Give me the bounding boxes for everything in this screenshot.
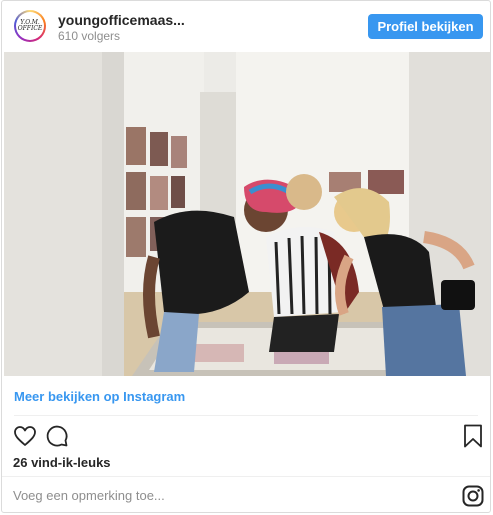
like-count: 26 vind-ik-leuks	[13, 455, 111, 470]
username-link[interactable]: youngofficemaas...	[58, 12, 185, 28]
heart-icon[interactable]	[13, 424, 37, 448]
comment-icon[interactable]	[45, 424, 69, 448]
comment-input[interactable]: Voeg een opmerking toe...	[13, 488, 165, 503]
post-header: Y.O.M. OFFICE youngofficemaas... 610 volg…	[2, 1, 490, 51]
young-office-logo-icon: Y.O.M. OFFICE	[17, 19, 43, 32]
view-profile-button[interactable]: Profiel bekijken	[368, 14, 483, 39]
view-more-on-instagram-link[interactable]: Meer bekijken op Instagram	[14, 389, 185, 404]
follower-count: 610 volgers	[58, 29, 121, 43]
bookmark-icon[interactable]	[463, 424, 483, 448]
avatar[interactable]: Y.O.M. OFFICE	[14, 10, 46, 42]
instagram-icon[interactable]	[462, 485, 484, 507]
post-photo[interactable]	[4, 52, 490, 376]
post-photo-illustration	[4, 52, 490, 376]
divider	[2, 476, 490, 477]
instagram-embed-card: Y.O.M. OFFICE youngofficemaas... 610 volg…	[1, 0, 491, 513]
divider	[14, 415, 478, 416]
